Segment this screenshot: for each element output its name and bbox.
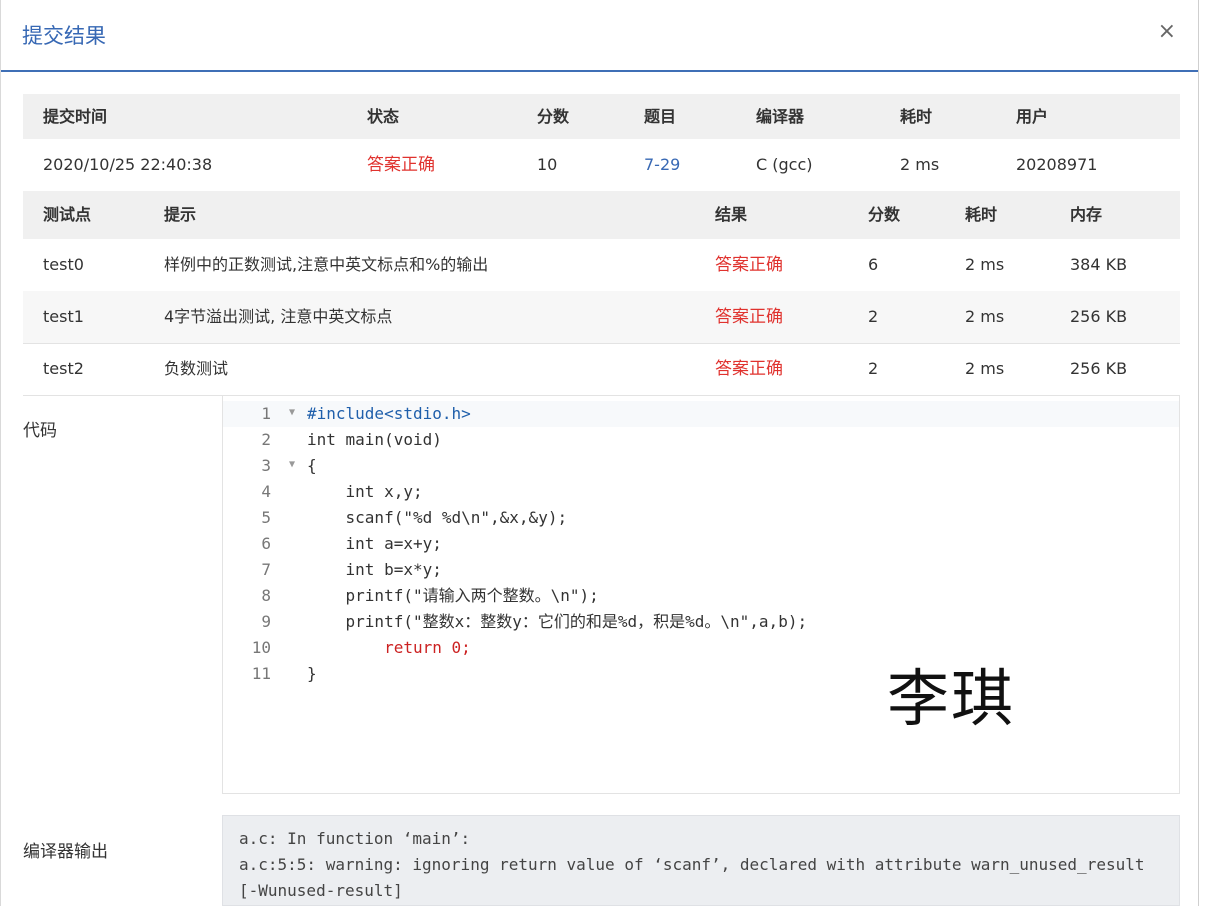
close-icon[interactable]: ×: [1158, 20, 1176, 44]
line-number: 8: [261, 586, 271, 605]
header-test-time: 耗时: [965, 205, 998, 224]
code-line-text: #include<stdio.h>: [307, 404, 471, 423]
line-number: 1: [261, 404, 271, 423]
table-row: test0 样例中的正数测试,注意中英文标点和%的输出 答案正确 6 2 ms …: [23, 239, 1180, 292]
code-line: 10 return 0;: [223, 635, 1179, 661]
code-line-text: printf("请输入两个整数。\n");: [307, 586, 599, 605]
handwritten-signature: 李琪: [887, 662, 1016, 735]
test-time: 2 ms: [965, 255, 1005, 274]
test-result: 答案正确: [715, 307, 783, 327]
line-number: 3: [261, 456, 271, 475]
header-memory: 内存: [1070, 205, 1103, 224]
test-cases-table: 测试点 提示 结果 分数 耗时 内存 test0 样例中的正数测试,注意中英文标…: [23, 191, 1180, 396]
header-result: 结果: [715, 205, 748, 224]
compiler-output-label: 编译器输出: [23, 842, 108, 862]
compiler-output-line: a.c: In function ‘main’:: [239, 829, 471, 848]
header-submit-time: 提交时间: [43, 107, 108, 126]
header-hint: 提示: [164, 205, 197, 224]
test-score: 6: [868, 255, 879, 274]
test-result: 答案正确: [715, 255, 783, 275]
test-name: test1: [43, 307, 84, 326]
code-line-text: int x,y;: [307, 482, 423, 501]
code-line-text: int b=x*y;: [307, 560, 442, 579]
header-score: 分数: [537, 107, 570, 126]
code-line: 6 int a=x+y;: [223, 531, 1179, 557]
code-line-text: int a=x+y;: [307, 534, 442, 553]
line-number: 11: [251, 664, 271, 683]
header-problem: 题目: [644, 107, 677, 126]
submit-time: 2020/10/25 22:40:38: [43, 155, 213, 174]
code-line: 3 ▼ {: [223, 453, 1179, 479]
header-test-score: 分数: [868, 205, 901, 224]
score-value: 10: [537, 155, 558, 174]
test-score: 2: [868, 307, 879, 326]
code-line: 11 }: [223, 661, 1179, 687]
code-line: 5 scanf("%d %d\n",&x,&y);: [223, 505, 1179, 531]
test-memory: 256 KB: [1070, 359, 1128, 378]
code-editor[interactable]: 1 ▼ #include<stdio.h> 2 int main(void) 3…: [222, 395, 1180, 794]
code-line: 9 printf("整数x：整数y：它们的和是%d，积是%d。\n",a,b);: [223, 609, 1179, 635]
line-number: 10: [251, 638, 271, 657]
code-line-text: {: [307, 456, 317, 475]
compiler-output-line: a.c:5:5: warning: ignoring return value …: [239, 855, 1145, 874]
code-line: 4 int x,y;: [223, 479, 1179, 505]
line-number: 9: [261, 612, 271, 631]
table-row: test2 负数测试 答案正确 2 2 ms 256 KB: [23, 343, 1180, 396]
table-row: test1 4字节溢出测试, 注意中英文标点 答案正确 2 2 ms 256 K…: [23, 291, 1180, 344]
code-label: 代码: [23, 421, 57, 441]
compiler-value: C (gcc): [756, 155, 813, 174]
code-line-text: printf("整数x：整数y：它们的和是%d，积是%d。\n",a,b);: [307, 612, 808, 631]
line-number: 4: [261, 482, 271, 501]
duration-value: 2 ms: [900, 155, 940, 174]
fold-arrow-icon[interactable]: ▼: [289, 452, 295, 478]
code-line: 7 int b=x*y;: [223, 557, 1179, 583]
test-hint: 负数测试: [164, 359, 229, 378]
summary-table: 提交时间 状态 分数 题目 编译器 耗时 用户 2020/10/25 22:40…: [23, 94, 1180, 191]
summary-header-row: 提交时间 状态 分数 题目 编译器 耗时 用户: [23, 94, 1180, 139]
header-status: 状态: [367, 107, 400, 126]
header-user: 用户: [1016, 107, 1049, 126]
problem-link[interactable]: 7-29: [644, 139, 680, 191]
fold-arrow-icon[interactable]: ▼: [289, 400, 295, 426]
code-line-text: }: [307, 664, 317, 683]
summary-row: 2020/10/25 22:40:38 答案正确 10 7-29 C (gcc)…: [23, 139, 1180, 191]
line-number: 5: [261, 508, 271, 527]
test-name: test2: [43, 359, 84, 378]
code-line-text: int main(void): [307, 430, 442, 449]
line-number: 6: [261, 534, 271, 553]
compiler-output-line: [-Wunused-result]: [239, 881, 403, 900]
dialog-title: 提交结果: [22, 24, 106, 48]
line-number: 2: [261, 430, 271, 449]
compiler-output-box: a.c: In function ‘main’: a.c:5:5: warnin…: [222, 815, 1180, 906]
line-number: 7: [261, 560, 271, 579]
submission-result-dialog: 提交结果 × 提交时间 状态 分数 题目 编译器 耗时 用户 2020/10/2…: [0, 0, 1199, 906]
code-line: 2 int main(void): [223, 427, 1179, 453]
test-memory: 384 KB: [1070, 255, 1128, 274]
code-line: 1 ▼ #include<stdio.h>: [223, 401, 1179, 427]
dialog-header: 提交结果 ×: [1, 0, 1198, 72]
test-hint: 样例中的正数测试,注意中英文标点和%的输出: [164, 255, 489, 274]
code-line-text: scanf("%d %d\n",&x,&y);: [307, 508, 568, 527]
test-score: 2: [868, 359, 879, 378]
code-line-text: return 0;: [307, 638, 471, 657]
test-result: 答案正确: [715, 359, 783, 379]
code-line: 8 printf("请输入两个整数。\n");: [223, 583, 1179, 609]
header-duration: 耗时: [900, 107, 933, 126]
test-memory: 256 KB: [1070, 307, 1128, 326]
header-test-point: 测试点: [43, 205, 92, 224]
test-time: 2 ms: [965, 359, 1005, 378]
status-badge: 答案正确: [367, 155, 435, 175]
test-hint: 4字节溢出测试, 注意中英文标点: [164, 307, 393, 326]
test-time: 2 ms: [965, 307, 1005, 326]
header-compiler: 编译器: [756, 107, 805, 126]
tests-header-row: 测试点 提示 结果 分数 耗时 内存: [23, 191, 1180, 239]
test-name: test0: [43, 255, 84, 274]
user-value: 20208971: [1016, 155, 1098, 174]
